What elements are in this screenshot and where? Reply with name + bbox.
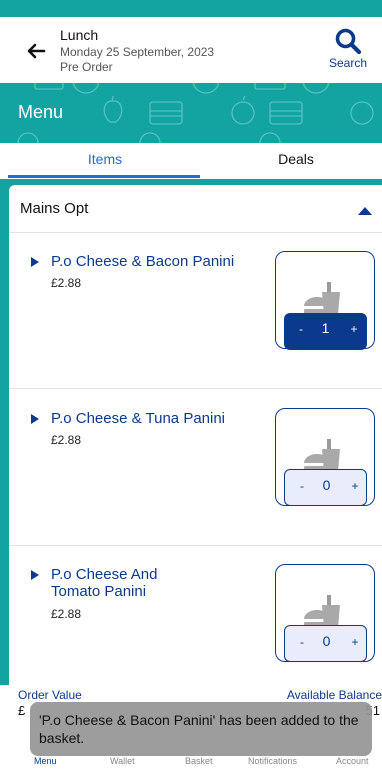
item-name-line-1[interactable]: P.o Cheese And: [51, 566, 157, 583]
menu-item[interactable]: P.o Cheese And Tomato Panini £2.88 - 0 +: [9, 546, 382, 685]
decrement-button[interactable]: -: [293, 322, 309, 336]
added-to-basket-toast: 'P.o Cheese & Bacon Panini' has been add…: [30, 702, 372, 756]
increment-button[interactable]: +: [347, 479, 363, 493]
expand-arrow-icon[interactable]: [31, 414, 39, 424]
page-header: Lunch Monday 25 September, 2023 Pre Orde…: [0, 17, 382, 83]
nav-wallet[interactable]: Wallet: [110, 756, 135, 766]
tab-deals[interactable]: Deals: [210, 143, 382, 179]
tab-bar: Items Deals: [0, 143, 382, 179]
meal-date: Monday 25 September, 2023: [60, 45, 215, 59]
arrow-left-icon: [27, 43, 46, 59]
back-button[interactable]: [24, 39, 48, 63]
quantity-stepper: - 0 +: [284, 469, 367, 506]
item-price: £2.88: [51, 607, 82, 621]
expand-arrow-icon[interactable]: [31, 570, 39, 580]
item-name[interactable]: P.o Cheese & Tuna Panini: [51, 410, 225, 427]
tab-active-indicator: [8, 175, 200, 178]
status-bar-band: [0, 0, 382, 17]
tab-items[interactable]: Items: [0, 143, 210, 179]
nav-account[interactable]: Account: [336, 756, 369, 766]
order-type: Pre Order: [60, 60, 113, 74]
nav-notifications[interactable]: Notifications: [248, 756, 297, 766]
decrement-button[interactable]: -: [294, 479, 310, 493]
order-value-label: Order Value: [18, 688, 82, 702]
decrement-button[interactable]: -: [294, 635, 310, 649]
section-title: Mains Opt: [20, 200, 89, 217]
nav-menu[interactable]: Menu: [34, 756, 57, 766]
increment-button[interactable]: +: [346, 322, 362, 336]
quantity-value: 0: [322, 633, 331, 649]
menu-item[interactable]: P.o Cheese & Tuna Panini £2.88 - 0 +: [9, 390, 382, 546]
quantity-stepper: - 1 +: [284, 313, 367, 350]
quantity-stepper: - 0 +: [284, 625, 367, 662]
item-name-line-2[interactable]: Tomato Panini: [51, 583, 146, 600]
quantity-value: 0: [322, 477, 331, 493]
section-card: Mains Opt P.o Cheese & Bacon Panini £2.8…: [9, 185, 382, 685]
search-icon: [335, 28, 362, 55]
toast-message: 'P.o Cheese & Bacon Panini' has been add…: [39, 712, 359, 746]
item-price: £2.88: [51, 433, 82, 447]
item-price: £2.88: [51, 276, 82, 290]
section-header[interactable]: Mains Opt: [9, 185, 382, 233]
increment-button[interactable]: +: [347, 635, 363, 649]
app-screen: Lunch Monday 25 September, 2023 Pre Orde…: [0, 0, 382, 769]
menu-list-area[interactable]: Mains Opt P.o Cheese & Bacon Panini £2.8…: [0, 179, 382, 685]
chevron-up-icon[interactable]: [358, 206, 372, 215]
meal-title: Lunch: [60, 27, 99, 43]
search-label: Search: [328, 56, 368, 70]
nav-basket[interactable]: Basket: [185, 756, 213, 766]
search-button[interactable]: Search: [325, 27, 371, 75]
quantity-value: 1: [321, 320, 330, 336]
menu-heading: Menu: [18, 102, 64, 122]
order-value-amount: £: [18, 703, 26, 718]
menu-item[interactable]: P.o Cheese & Bacon Panini £2.88 - 1 +: [9, 233, 382, 389]
menu-banner: Menu: [0, 83, 382, 143]
expand-arrow-icon[interactable]: [31, 257, 39, 267]
item-name[interactable]: P.o Cheese & Bacon Panini: [51, 253, 234, 270]
available-balance-label: Available Balance: [286, 688, 382, 702]
